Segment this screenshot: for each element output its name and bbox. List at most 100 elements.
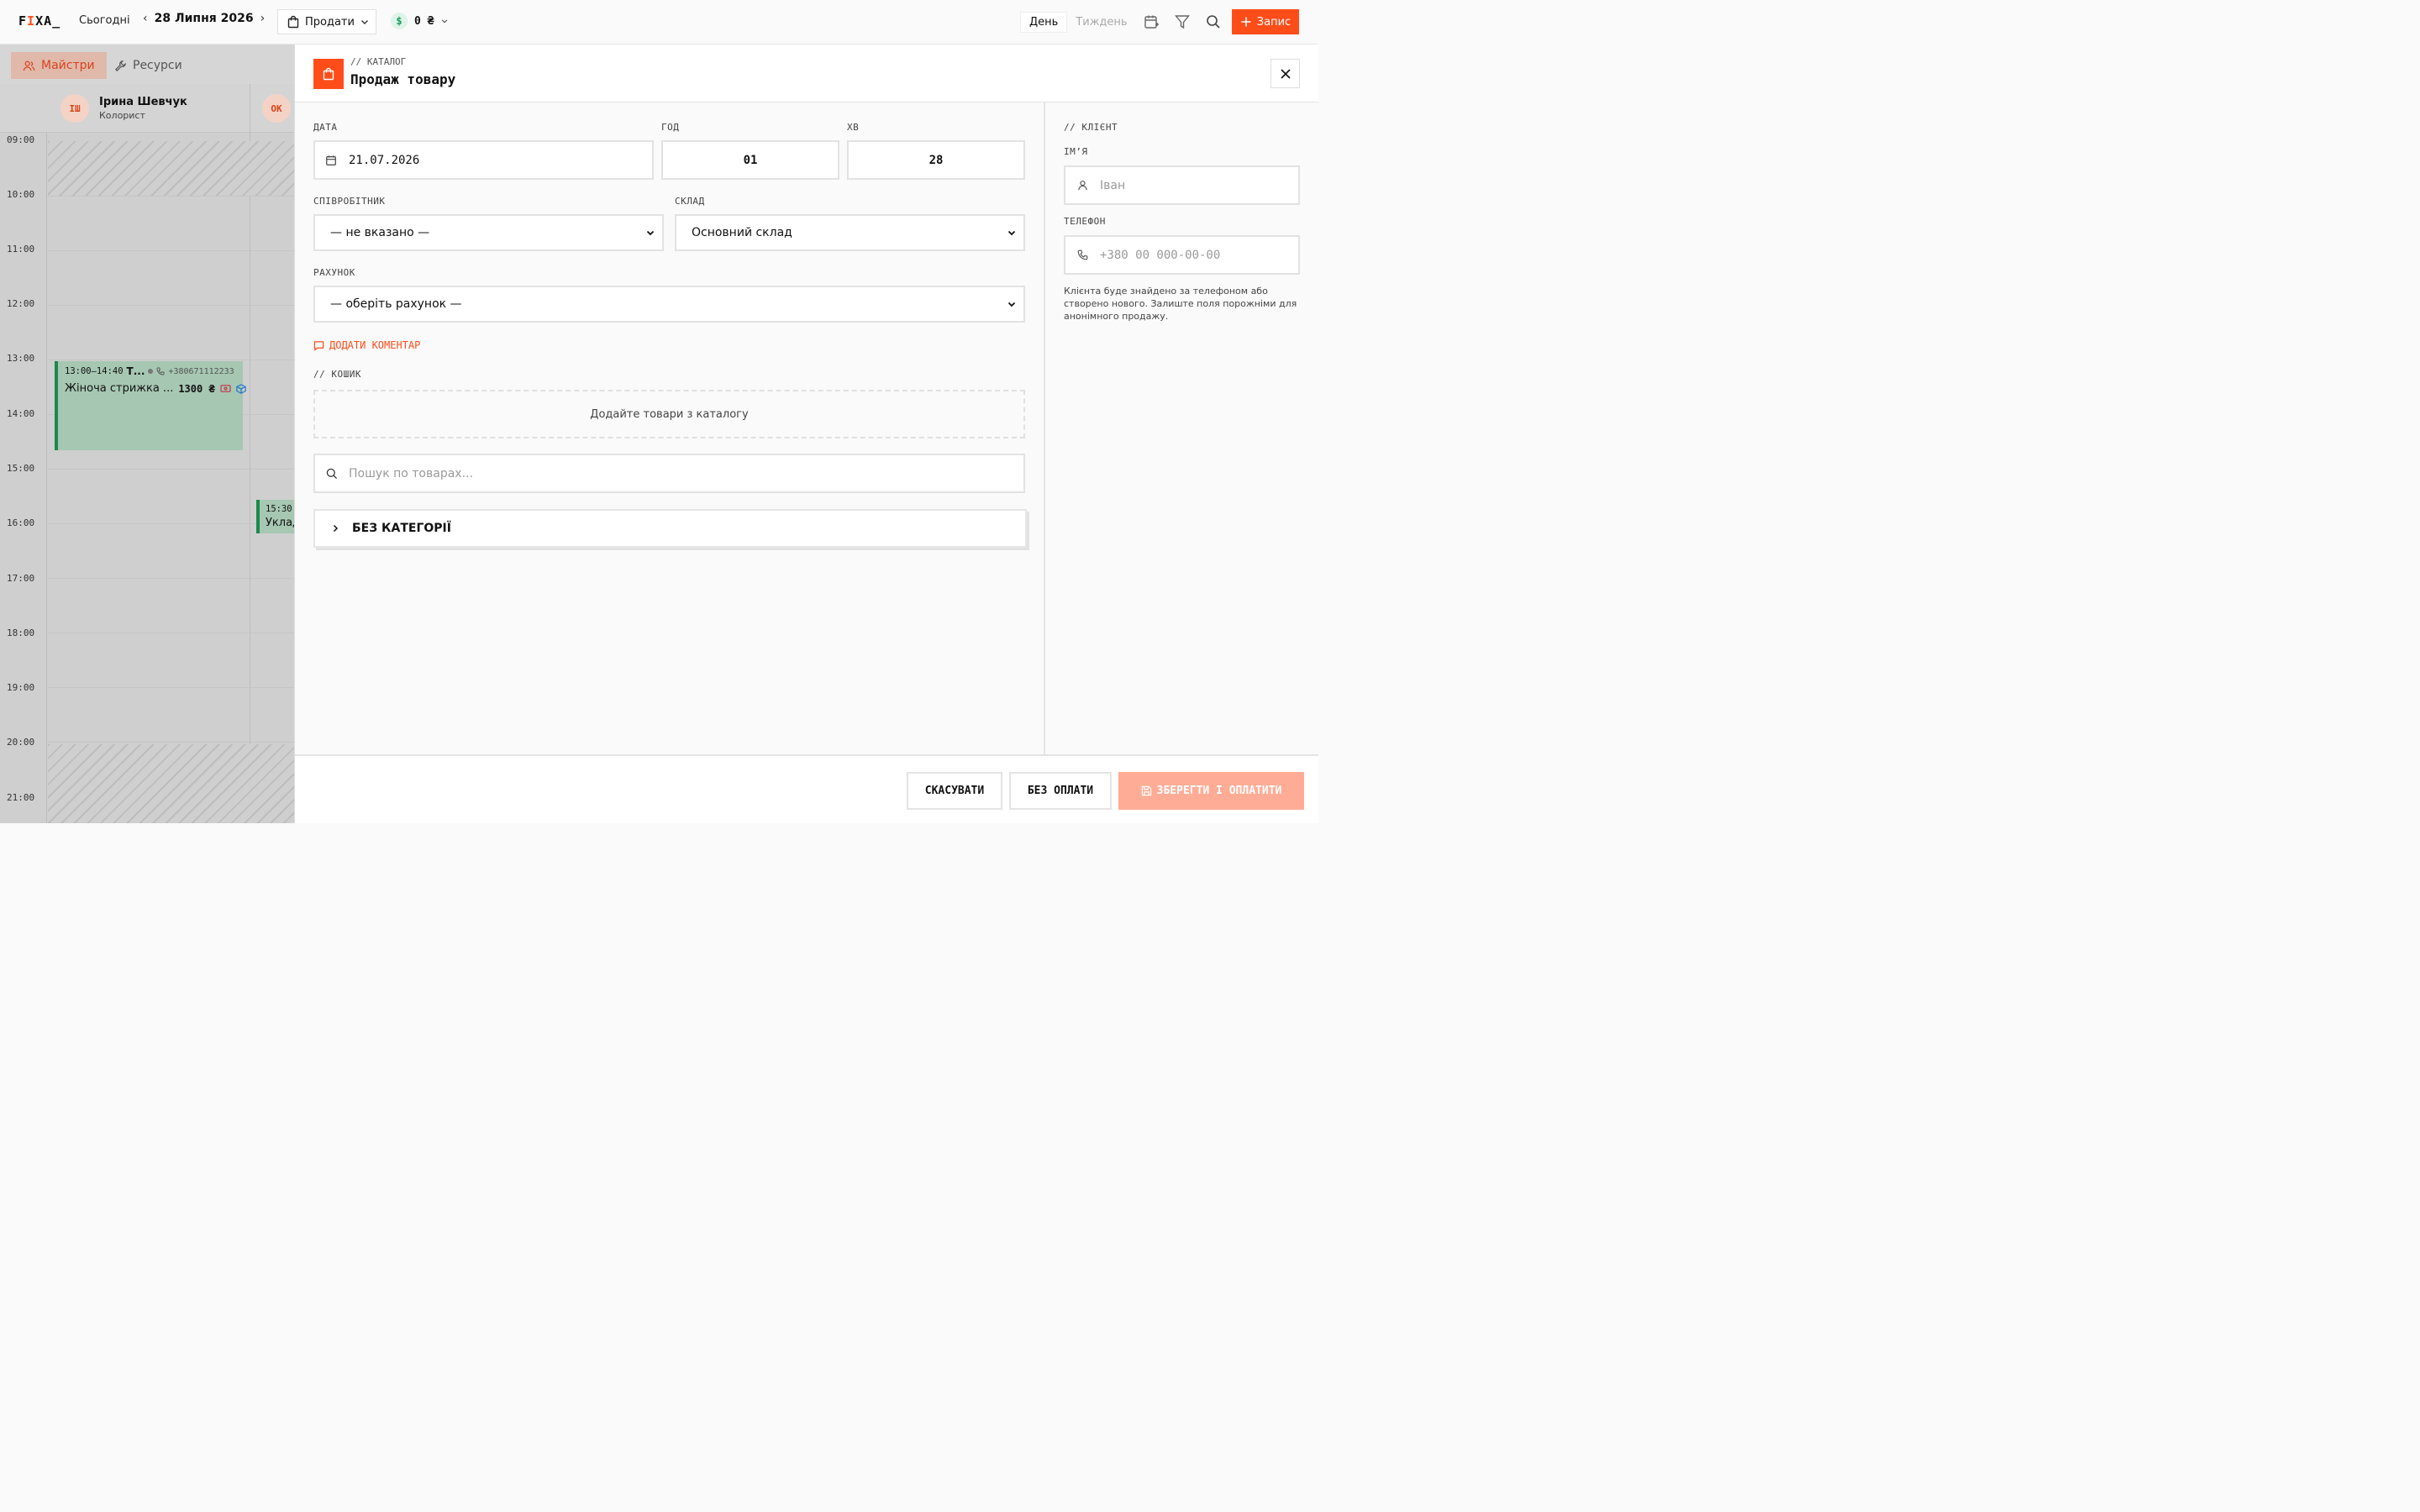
modal-title: Продаж товару bbox=[350, 71, 456, 87]
staff-role: Колорист bbox=[99, 110, 145, 121]
product-search[interactable]: Пошук по товарах... bbox=[313, 454, 1025, 493]
modal-column-divider bbox=[1044, 102, 1045, 754]
save-icon bbox=[1141, 785, 1152, 796]
appointment-card[interactable]: 13:00–14:40 Т... +380671112233 Жіноча ст… bbox=[55, 361, 246, 450]
modal-kicker: // КАТАЛОГ bbox=[350, 56, 407, 67]
time-label: 10:00 bbox=[7, 189, 35, 200]
no-payment-button[interactable]: БЕЗ ОПЛАТИ bbox=[1009, 772, 1112, 810]
sell-button[interactable]: Продати bbox=[277, 9, 376, 34]
client-name-input[interactable]: Іван bbox=[1100, 179, 1125, 192]
appointment-service: Жіноча стрижка ... bbox=[65, 382, 174, 395]
payment-card-icon bbox=[220, 384, 231, 393]
dollar-icon: $ bbox=[391, 13, 408, 29]
product-box-icon bbox=[235, 383, 246, 394]
modal-footer: СКАСУВАТИ БЕЗ ОПЛАТИ ЗБЕРЕГТИ І ОПЛАТИТИ bbox=[295, 754, 1318, 823]
calendar-view: Майстри Ресурси ІШ Ірина Шевчук Колорист… bbox=[0, 45, 294, 823]
cash-balance[interactable]: $ 0 ₴ bbox=[391, 13, 449, 29]
add-label: Запис bbox=[1256, 15, 1292, 29]
close-icon bbox=[1280, 68, 1292, 80]
non-working-hours bbox=[48, 141, 294, 196]
appointment-card[interactable]: 15:30 Уклад bbox=[256, 500, 294, 533]
phone-icon bbox=[1077, 249, 1088, 260]
search-icon bbox=[325, 467, 339, 480]
chevron-left-icon[interactable]: ‹ bbox=[143, 12, 148, 25]
modal-header: // КАТАЛОГ Продаж товару bbox=[295, 45, 1318, 102]
time-label: 21:00 bbox=[7, 792, 35, 803]
appointment-phone: +380671112233 bbox=[168, 366, 234, 376]
avatar: ОК bbox=[262, 94, 291, 123]
account-value: — оберіть рахунок — bbox=[330, 297, 462, 311]
time-label: 15:00 bbox=[7, 463, 35, 474]
time-label: 17:00 bbox=[7, 573, 35, 584]
client-section-label: // КЛІЄНТ bbox=[1064, 122, 1118, 133]
sell-label: Продати bbox=[305, 15, 355, 29]
time-column: 09:00 10:00 11:00 12:00 13:00 14:00 15:0… bbox=[0, 133, 47, 823]
status-dot-icon bbox=[148, 369, 154, 374]
current-date[interactable]: 28 Липня 2026 bbox=[155, 12, 254, 25]
logo-rest: XA_ bbox=[35, 13, 61, 29]
hour-line bbox=[47, 469, 294, 470]
shopping-bag-icon bbox=[287, 15, 300, 29]
date-navigator: ‹ 28 Липня 2026 › bbox=[143, 12, 265, 25]
cart-empty-state: Додайте товари з каталогу bbox=[313, 390, 1025, 438]
client-phone-field[interactable]: +380 00 000-00-00 bbox=[1064, 235, 1300, 275]
warehouse-value: Основний склад bbox=[692, 226, 792, 239]
logo-i: I bbox=[27, 13, 36, 29]
chevron-down-icon bbox=[360, 17, 370, 27]
view-week-button[interactable]: Тиждень bbox=[1067, 13, 1135, 32]
search-icon[interactable] bbox=[1205, 13, 1222, 30]
sell-product-modal: // КАТАЛОГ Продаж товару ДАТА 21.07.2026… bbox=[294, 45, 1318, 823]
hour-label: ГОД bbox=[661, 122, 680, 133]
non-working-hours bbox=[48, 744, 294, 823]
account-label: РАХУНОК bbox=[313, 267, 355, 278]
appointment-service: Уклад bbox=[266, 517, 294, 529]
date-value: 21.07.2026 bbox=[349, 153, 420, 167]
staff-column-header[interactable]: ОК bbox=[262, 94, 291, 123]
date-field[interactable]: 21.07.2026 bbox=[313, 140, 654, 180]
time-label: 11:00 bbox=[7, 244, 35, 255]
minute-label: ХВ bbox=[847, 122, 860, 133]
plus-icon bbox=[1240, 16, 1252, 28]
close-button[interactable] bbox=[1270, 59, 1300, 88]
client-phone-input[interactable]: +380 00 000-00-00 bbox=[1100, 249, 1220, 262]
time-label: 12:00 bbox=[7, 298, 35, 309]
cart-label: // КОШИК bbox=[313, 369, 361, 380]
cancel-button[interactable]: СКАСУВАТИ bbox=[907, 772, 1002, 810]
view-day-button[interactable]: День bbox=[1020, 11, 1068, 33]
account-select[interactable]: — оберіть рахунок — bbox=[313, 286, 1025, 323]
hour-field[interactable]: 01 bbox=[661, 140, 839, 180]
time-label: 20:00 bbox=[7, 737, 35, 748]
tab-resources-label: Ресурси bbox=[133, 59, 182, 72]
appointment-client: Т... bbox=[126, 365, 145, 377]
add-comment-button[interactable]: ДОДАТИ КОМЕНТАР bbox=[313, 339, 420, 351]
tab-masters[interactable]: Майстри bbox=[11, 52, 107, 79]
chevron-right-icon bbox=[330, 523, 340, 533]
tab-resources[interactable]: Ресурси bbox=[103, 52, 194, 79]
warehouse-label: СКЛАД bbox=[675, 196, 705, 207]
date-label: ДАТА bbox=[313, 122, 338, 133]
staff-column-header[interactable]: ІШ Ірина Шевчук Колорист bbox=[60, 94, 187, 123]
warehouse-select[interactable]: Основний склад bbox=[675, 214, 1025, 251]
logo[interactable]: FIXA_ bbox=[18, 13, 60, 29]
category-accordion[interactable]: БЕЗ КАТЕГОРІЇ bbox=[313, 509, 1027, 548]
add-appointment-button[interactable]: Запис bbox=[1232, 9, 1299, 34]
filter-icon[interactable] bbox=[1174, 13, 1191, 30]
chevron-right-icon[interactable]: › bbox=[260, 12, 266, 25]
calendar-add-icon[interactable] bbox=[1143, 13, 1160, 30]
product-search-input[interactable]: Пошук по товарах... bbox=[349, 467, 473, 480]
calendar-icon bbox=[325, 155, 337, 166]
user-icon bbox=[1077, 180, 1088, 191]
wrench-icon bbox=[114, 60, 127, 72]
time-label: 18:00 bbox=[7, 627, 35, 638]
employee-label: СПІВРОБІТНИК bbox=[313, 196, 386, 207]
client-name-field[interactable]: Іван bbox=[1064, 165, 1300, 205]
hour-line bbox=[47, 578, 294, 579]
save-and-pay-button[interactable]: ЗБЕРЕГТИ І ОПЛАТИТИ bbox=[1118, 772, 1304, 810]
minute-field[interactable]: 28 bbox=[847, 140, 1025, 180]
employee-select[interactable]: — не вказано — bbox=[313, 214, 664, 251]
client-hint: Клієнта буде знайдено за телефоном або с… bbox=[1064, 286, 1297, 322]
today-button[interactable]: Сьогодні bbox=[79, 14, 130, 27]
staff-name: Ірина Шевчук bbox=[99, 96, 187, 108]
category-name: БЕЗ КАТЕГОРІЇ bbox=[352, 522, 451, 535]
top-bar: FIXA_ Сьогодні ‹ 28 Липня 2026 › Продати… bbox=[0, 0, 1318, 45]
